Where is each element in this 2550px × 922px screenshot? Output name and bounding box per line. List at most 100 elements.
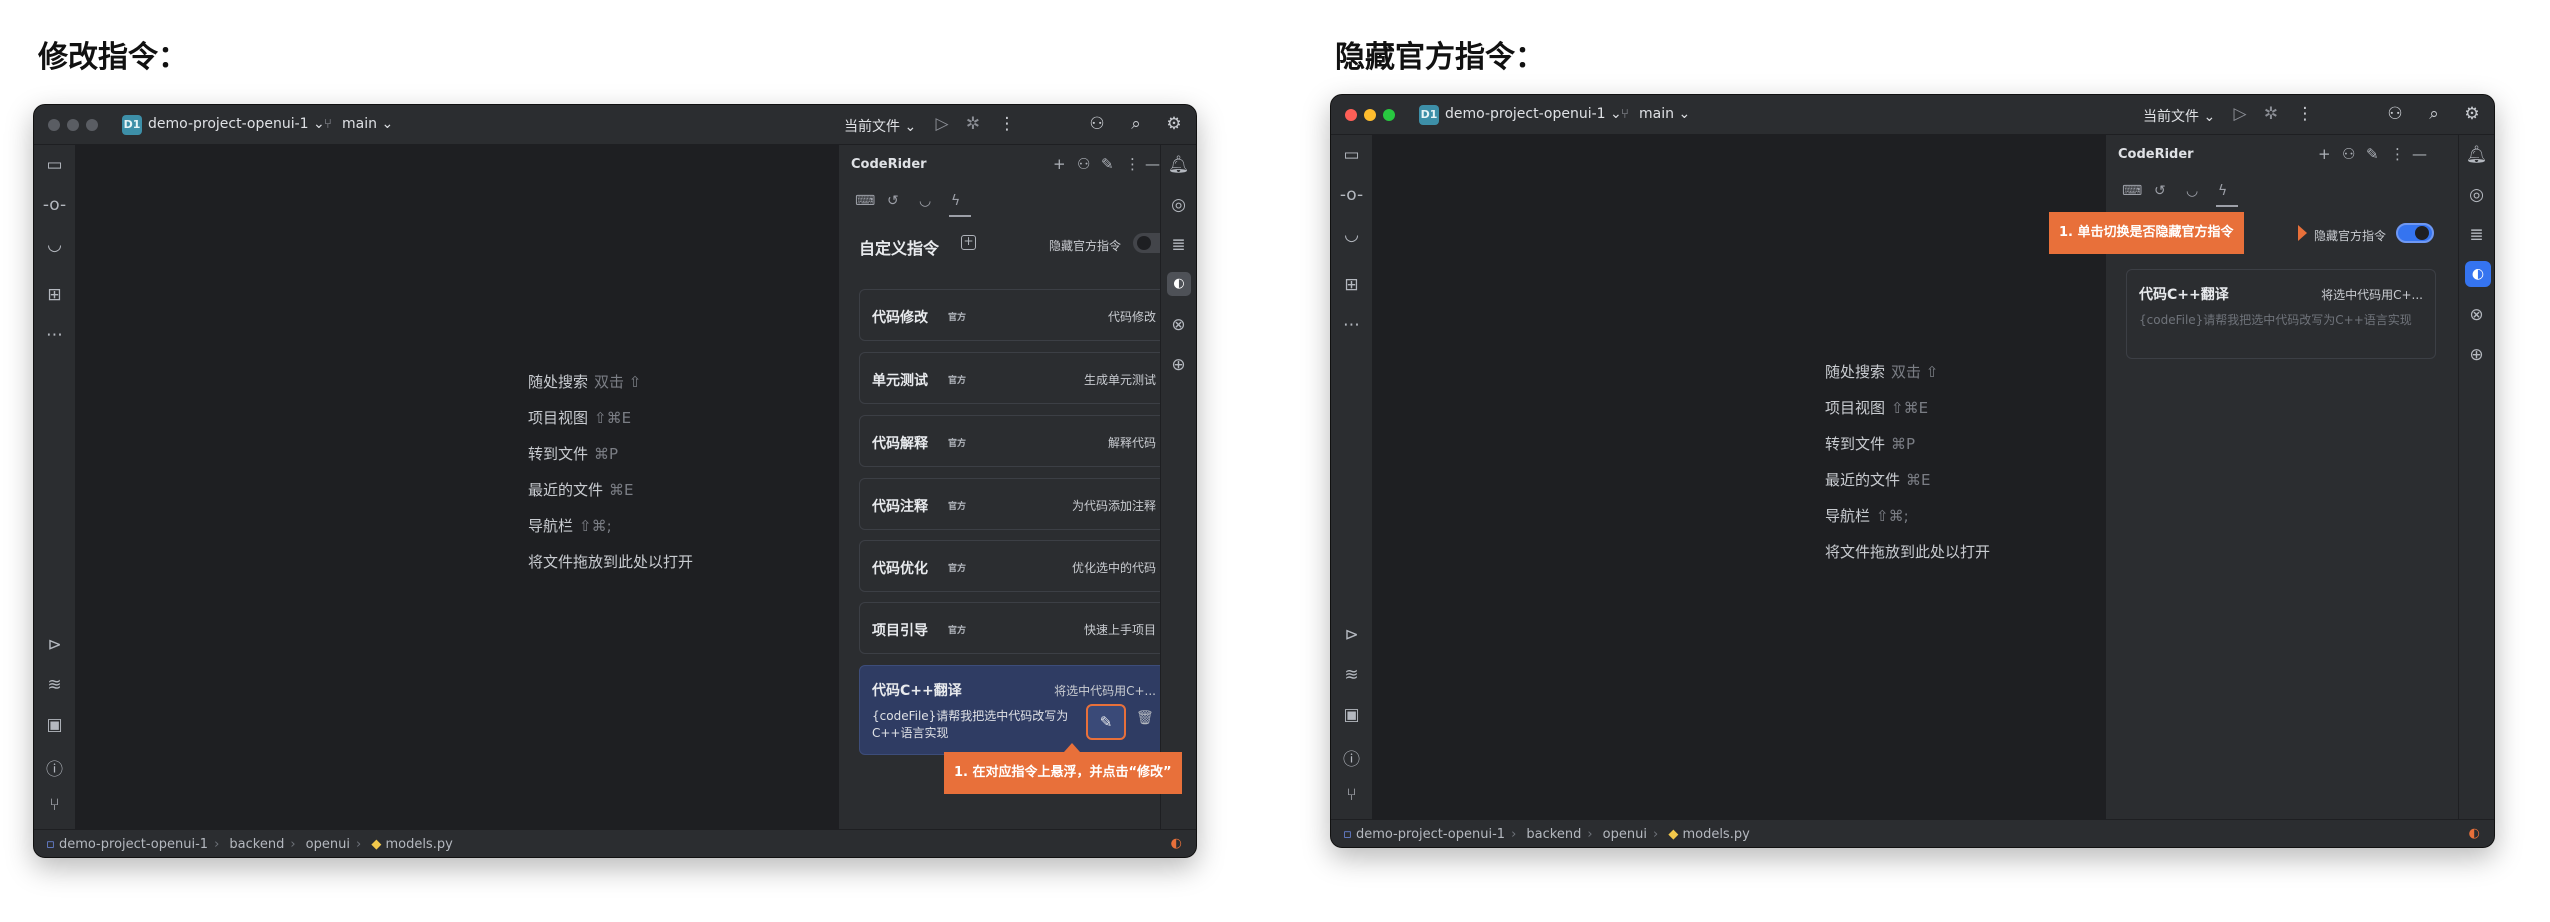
custom-command-card[interactable]: 代码C++翻译 将选中代码用C+... {codeFile}请帮我把选中代码改写… bbox=[2126, 269, 2436, 359]
plus-icon[interactable]: + bbox=[2318, 145, 2331, 163]
more-icon[interactable]: ⋮ bbox=[2294, 104, 2316, 124]
add-user-icon[interactable]: ⚇ bbox=[2384, 104, 2406, 124]
structure-icon[interactable]: ⊞ bbox=[1331, 275, 1372, 295]
history-tab-icon[interactable]: ↺ bbox=[887, 193, 899, 209]
endpoints-icon[interactable]: ⊕ bbox=[1161, 355, 1196, 375]
breadcrumb-item[interactable]: openui bbox=[1603, 827, 1647, 842]
user-icon[interactable]: ⚇ bbox=[1077, 155, 1090, 173]
debug-icon[interactable]: ✲ bbox=[2260, 104, 2282, 124]
more-icon[interactable]: ⋮ bbox=[2390, 145, 2405, 163]
user-icon[interactable]: ⚇ bbox=[2342, 145, 2355, 163]
folder-icon[interactable]: ▭ bbox=[1331, 145, 1372, 165]
chat-tab-icon[interactable]: ⌨ bbox=[2122, 183, 2142, 199]
gitlab-icon[interactable]: ◡ bbox=[34, 235, 75, 255]
more-icon[interactable]: ⋮ bbox=[996, 114, 1018, 134]
branch-selector[interactable]: main ⌄ bbox=[342, 116, 393, 132]
breadcrumb-item[interactable]: backend bbox=[229, 837, 284, 852]
breadcrumb-item[interactable]: models.py bbox=[1682, 827, 1749, 842]
endpoints-icon[interactable]: ⊕ bbox=[2459, 345, 2494, 365]
run-icon[interactable]: ▷ bbox=[931, 114, 953, 134]
commands-tab-icon[interactable]: ϟ bbox=[951, 193, 960, 209]
delete-command-button[interactable]: 🗑 bbox=[1136, 710, 1154, 726]
project-selector[interactable]: demo-project-openui-1 ⌄ bbox=[148, 116, 325, 132]
debug-icon[interactable]: ✲ bbox=[962, 114, 984, 134]
more-icon[interactable]: ⋮ bbox=[1125, 155, 1140, 173]
minimize-icon[interactable]: — bbox=[1145, 155, 1160, 173]
breadcrumb-item[interactable]: demo-project-openui-1 bbox=[59, 837, 208, 852]
layers-icon[interactable]: ≋ bbox=[34, 675, 75, 695]
custom-command-card[interactable]: 代码C++翻译 将选中代码用C+... {codeFile}请帮我把选中代码改写… bbox=[859, 665, 1169, 755]
command-card[interactable]: 单元测试 官方 生成单元测试 bbox=[859, 352, 1169, 404]
more-tools-icon[interactable]: ⋯ bbox=[1331, 315, 1372, 335]
plus-icon[interactable]: + bbox=[1053, 155, 1066, 173]
edit-icon[interactable]: ✎ bbox=[1101, 155, 1114, 173]
run-config-selector[interactable]: 当前文件 ⌄ bbox=[844, 116, 916, 136]
project-badge[interactable]: D1 bbox=[1419, 105, 1439, 125]
add-command-button[interactable]: + bbox=[961, 235, 976, 250]
terminal-icon[interactable]: ▣ bbox=[34, 715, 75, 735]
search-icon[interactable]: ⌕ bbox=[1125, 114, 1147, 134]
command-card[interactable]: 代码注释 官方 为代码添加注释 bbox=[859, 478, 1169, 530]
edit-command-button[interactable]: ✎ bbox=[1086, 704, 1126, 740]
close-window-button[interactable] bbox=[1345, 109, 1357, 121]
run-tool-icon[interactable]: ⊳ bbox=[34, 635, 75, 655]
notifications-icon[interactable]: 🔔︎ bbox=[1161, 155, 1196, 175]
history-tab-icon[interactable]: ↺ bbox=[2154, 183, 2166, 199]
commands-tab-icon[interactable]: ϟ bbox=[2218, 183, 2227, 199]
coderider-status-icon[interactable]: ◐ bbox=[2469, 826, 2480, 841]
ai-assistant-icon[interactable]: ◎ bbox=[1161, 195, 1196, 215]
project-badge[interactable]: D1 bbox=[122, 115, 142, 135]
breadcrumb-item[interactable]: backend bbox=[1526, 827, 1581, 842]
git-icon[interactable]: ⑂ bbox=[1331, 785, 1372, 805]
coderider-status-icon[interactable]: ◐ bbox=[1171, 836, 1182, 851]
problems-icon[interactable]: ⓘ bbox=[1331, 745, 1372, 770]
ai-assistant-icon[interactable]: ◎ bbox=[2459, 185, 2494, 205]
command-card[interactable]: 项目引导 官方 快速上手项目 bbox=[859, 602, 1169, 654]
breadcrumb-item[interactable]: openui bbox=[306, 837, 350, 852]
breadcrumb-item[interactable]: models.py bbox=[385, 837, 452, 852]
add-user-icon[interactable]: ⚇ bbox=[1086, 114, 1108, 134]
hide-official-toggle[interactable] bbox=[2396, 223, 2434, 243]
python-console-icon[interactable]: ⊗ bbox=[2459, 305, 2494, 325]
database-icon[interactable]: ≣ bbox=[2459, 225, 2494, 245]
editor-area: 随处搜索 双击 ⇧ 项目视图 ⇧⌘E 转到文件 ⌘P 最近的文件 ⌘E 导航栏 ⇧⌘; 将… bbox=[1373, 135, 2135, 819]
minimize-icon[interactable]: — bbox=[2412, 145, 2427, 163]
python-console-icon[interactable]: ⊗ bbox=[1161, 315, 1196, 335]
layers-icon[interactable]: ≋ bbox=[1331, 665, 1372, 685]
settings-icon[interactable]: ⚙ bbox=[1163, 114, 1185, 134]
problems-icon[interactable]: ⓘ bbox=[34, 755, 75, 780]
command-card[interactable]: 代码优化 官方 优化选中的代码 bbox=[859, 540, 1169, 592]
gitlab-icon[interactable]: ◡ bbox=[1331, 225, 1372, 245]
folder-icon[interactable]: ▭ bbox=[34, 155, 75, 175]
zoom-window-button[interactable] bbox=[86, 119, 98, 131]
structure-icon[interactable]: ⊞ bbox=[34, 285, 75, 305]
git-icon[interactable]: ⑂ bbox=[34, 795, 75, 815]
edit-icon[interactable]: ✎ bbox=[2366, 145, 2379, 163]
run-tool-icon[interactable]: ⊳ bbox=[1331, 625, 1372, 645]
gitlab-tab-icon[interactable]: ◡ bbox=[2186, 183, 2198, 199]
project-selector[interactable]: demo-project-openui-1 ⌄ bbox=[1445, 106, 1622, 122]
close-window-button[interactable] bbox=[48, 119, 60, 131]
branch-selector[interactable]: main ⌄ bbox=[1639, 106, 1690, 122]
command-card[interactable]: 代码解释 官方 解释代码 bbox=[859, 415, 1169, 467]
search-icon[interactable]: ⌕ bbox=[2423, 104, 2445, 124]
breadcrumb-item[interactable]: demo-project-openui-1 bbox=[1356, 827, 1505, 842]
more-tools-icon[interactable]: ⋯ bbox=[34, 325, 75, 345]
zoom-window-button[interactable] bbox=[1383, 109, 1395, 121]
terminal-icon[interactable]: ▣ bbox=[1331, 705, 1372, 725]
minimize-window-button[interactable] bbox=[67, 119, 79, 131]
official-tag: 官方 bbox=[948, 439, 967, 449]
run-icon[interactable]: ▷ bbox=[2229, 104, 2251, 124]
run-config-selector[interactable]: 当前文件 ⌄ bbox=[2143, 106, 2215, 126]
command-card[interactable]: 代码修改 官方 代码修改 bbox=[859, 289, 1169, 341]
gitlab-tab-icon[interactable]: ◡ bbox=[919, 193, 931, 209]
coderider-icon[interactable]: ◐ bbox=[1167, 272, 1191, 296]
minimize-window-button[interactable] bbox=[1364, 109, 1376, 121]
notifications-icon[interactable]: 🔔︎ bbox=[2459, 145, 2494, 165]
database-icon[interactable]: ≣ bbox=[1161, 235, 1196, 255]
settings-icon[interactable]: ⚙ bbox=[2461, 104, 2483, 124]
coderider-icon[interactable]: ◐ bbox=[2465, 261, 2491, 287]
commit-icon[interactable]: -o- bbox=[1331, 185, 1372, 205]
chat-tab-icon[interactable]: ⌨ bbox=[855, 193, 875, 209]
commit-icon[interactable]: -o- bbox=[34, 195, 75, 215]
